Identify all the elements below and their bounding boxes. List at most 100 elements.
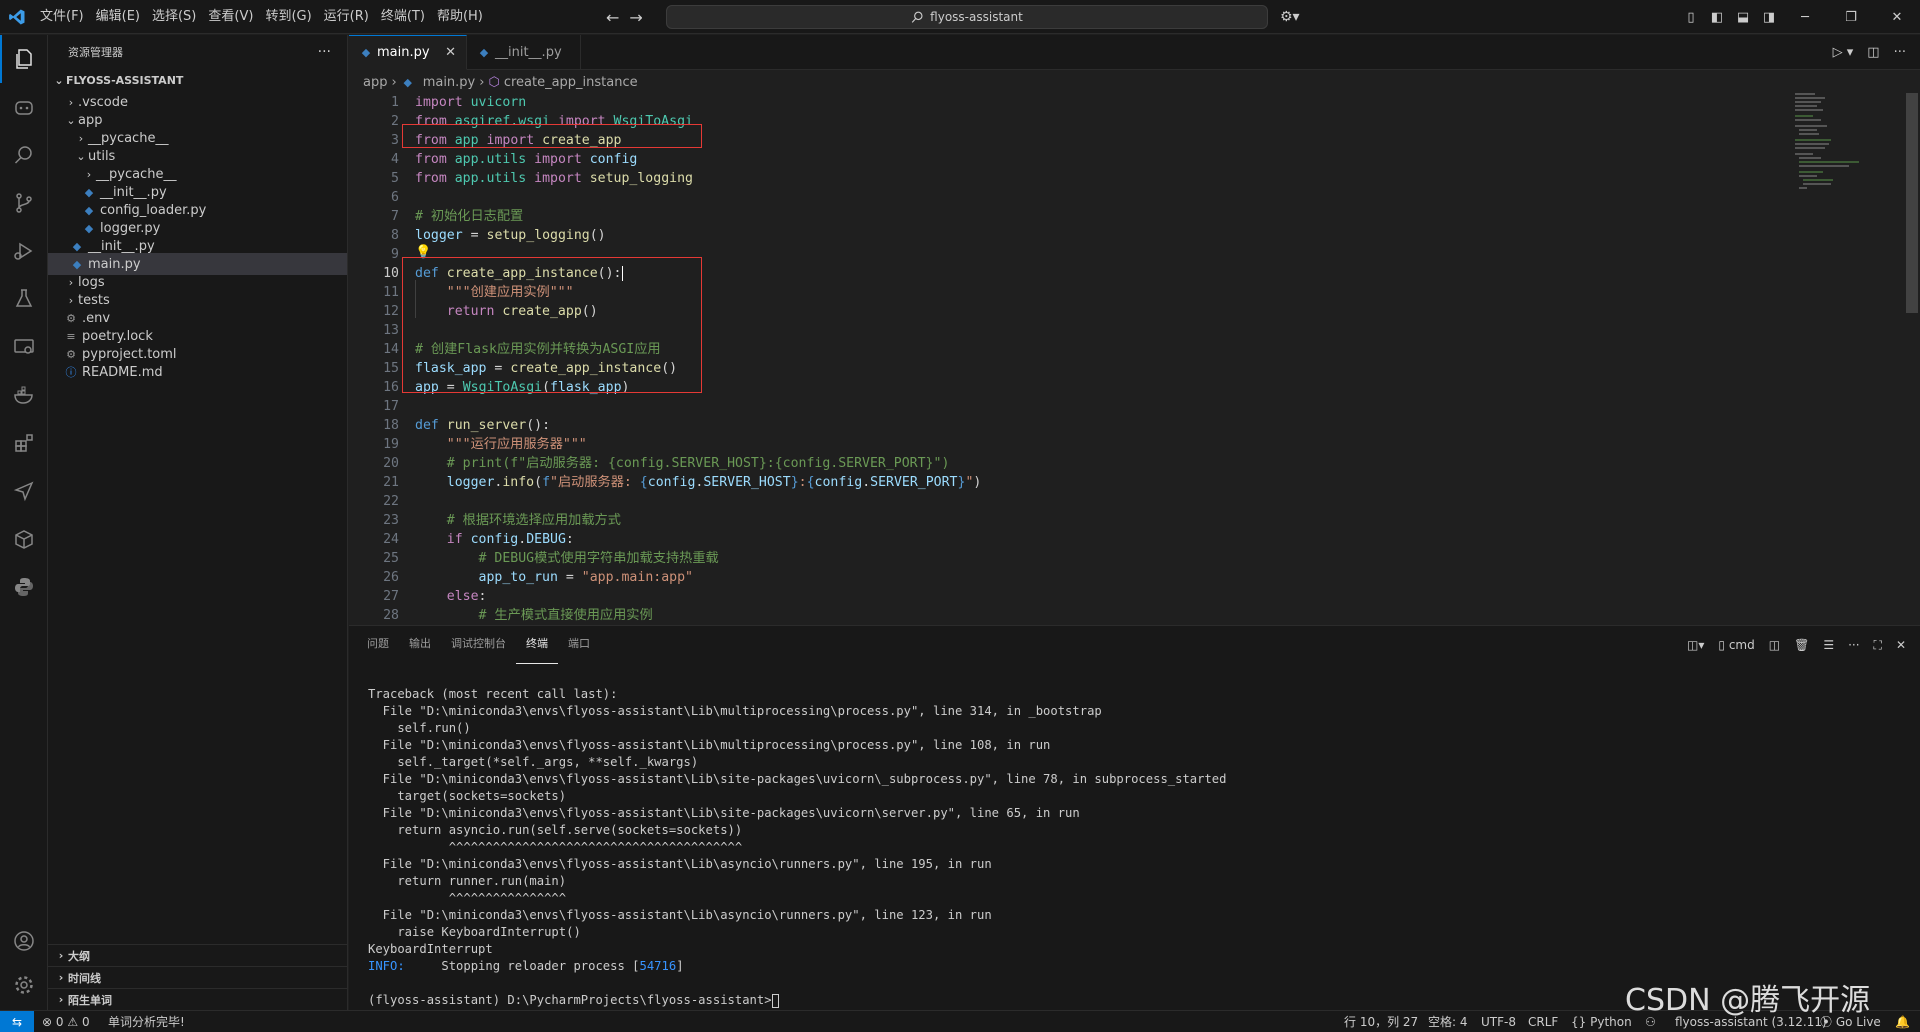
terminal-line: Traceback (most recent call last): [368, 687, 618, 701]
indentation[interactable]: 空格: 4 [1428, 1011, 1468, 1032]
remote-explorer-icon[interactable] [0, 323, 48, 371]
tab-problems[interactable]: 问题 [357, 626, 399, 664]
outline-section[interactable]: › 大纲 [48, 944, 347, 966]
code-line-8: logger = setup_logging() [415, 228, 606, 243]
remote-indicator-icon[interactable]: ⇆ [0, 1011, 34, 1032]
menu-terminal[interactable]: 终端(T) [375, 0, 431, 34]
docker-icon[interactable] [0, 371, 48, 419]
menu-file[interactable]: 文件(F) [34, 0, 90, 34]
minimap[interactable] [1795, 93, 1905, 193]
kill-terminal-trash-icon[interactable]: 🗑 [1794, 638, 1809, 652]
containers-box-icon[interactable] [0, 515, 48, 563]
close-panel-icon[interactable]: ✕ [1896, 638, 1906, 652]
code-editor[interactable]: 1 2 3 4 5 6 7 8 9 10 11 12 13 14 15 16 17 18 19 20 21 22 23 24 2… [349, 93, 1799, 623]
tree-item-label: tests [78, 292, 110, 308]
problems-indicator[interactable]: ⊗ 0 ⚠ 0 [42, 1011, 90, 1032]
maximize-panel-icon[interactable]: ⛶ [1874, 638, 1882, 653]
braces-icon: {} [1571, 1015, 1587, 1029]
search-icon[interactable] [0, 131, 48, 179]
send-request-icon[interactable] [0, 467, 48, 515]
tree-item-label: config_loader.py [100, 202, 207, 218]
language-mode[interactable]: {} Python [1571, 1011, 1632, 1032]
toggle-primary-sidebar-icon[interactable]: ▯ [1678, 10, 1704, 25]
timeline-section[interactable]: › 时间线 [48, 966, 347, 988]
python-icon[interactable] [0, 563, 48, 611]
unknown-words-section[interactable]: › 陌生单词 [48, 988, 347, 1010]
toggle-panel-icon[interactable]: ⬓ [1730, 10, 1756, 25]
layout-sidebar-icon[interactable]: ◧ [1704, 10, 1730, 25]
run-debug-icon[interactable] [0, 227, 48, 275]
explorer-title: 资源管理器 [68, 46, 123, 59]
code-line-26: app_to_run = "app.main:app" [478, 570, 693, 585]
source-control-icon[interactable] [0, 179, 48, 227]
tab-ports[interactable]: 端口 [558, 626, 600, 664]
tab-terminal[interactable]: 终端 [516, 626, 558, 664]
menu-go[interactable]: 转到(G) [259, 0, 317, 34]
panel-actions: ◫▾ ▯ cmd ◫ 🗑 ☰ ··· ⛶ ✕ [1687, 626, 1906, 664]
gear-file-icon: ⚙ [66, 311, 76, 325]
tree-item-label: main.py [88, 256, 141, 272]
encoding[interactable]: UTF-8 [1481, 1011, 1516, 1032]
menu-selection[interactable]: 选择(S) [146, 0, 202, 34]
notifications-bell-icon[interactable]: 🔔 [1895, 1011, 1910, 1032]
end-of-line[interactable]: CRLF [1528, 1011, 1558, 1032]
forward-arrow-icon[interactable]: → [629, 8, 642, 27]
minimize-icon[interactable]: ─ [1782, 10, 1828, 25]
tab-debug-console[interactable]: 调试控制台 [441, 626, 516, 664]
tab-label: main.py [377, 45, 430, 60]
cursor-position[interactable]: 行 10，列 27 [1344, 1011, 1418, 1032]
tree-item-readme[interactable]: ⓘ README.md [48, 361, 347, 383]
tree-item-label: README.md [82, 364, 163, 380]
menu-run[interactable]: 运行(R) [318, 0, 375, 34]
terminal-output[interactable]: Traceback (most recent call last): File … [368, 686, 1908, 1008]
menu-edit[interactable]: 编辑(E) [90, 0, 146, 34]
breadcrumb-folder[interactable]: app [363, 75, 387, 90]
warning-count: 0 [81, 1015, 90, 1029]
chevron-right-icon: › [58, 971, 64, 984]
command-center-search[interactable]: flyoss-assistant [666, 5, 1268, 29]
terminal-shell-selector[interactable]: ▯ cmd [1718, 638, 1754, 652]
chevron-right-icon: › [58, 949, 64, 962]
testing-flask-icon[interactable] [0, 275, 48, 323]
new-terminal-split-icon[interactable]: ◫▾ [1687, 638, 1704, 652]
window-controls: ▯ ◧ ⬓ ◨ ─ ❐ ✕ [1678, 0, 1920, 34]
tree-item-label: __pycache__ [88, 130, 169, 146]
tree-item-label: .vscode [78, 94, 128, 110]
close-window-icon[interactable]: ✕ [1874, 10, 1920, 25]
tab-init-py[interactable]: ◆ __init__.py [467, 35, 581, 70]
close-tab-icon[interactable]: ✕ [445, 45, 456, 60]
tab-output[interactable]: 输出 [399, 626, 441, 664]
breadcrumb-file[interactable]: main.py [423, 75, 476, 90]
info-text: Stopping reloader process [ [404, 959, 640, 973]
extensions-icon[interactable] [0, 419, 48, 467]
menu-view[interactable]: 查看(V) [202, 0, 259, 34]
copilot-icon[interactable]: ⚙▾ [1280, 0, 1300, 34]
workspace-root[interactable]: ⌄ FLYOSS-ASSISTANT [48, 69, 347, 91]
back-arrow-icon[interactable]: ← [606, 8, 619, 27]
breadcrumb-symbol[interactable]: create_app_instance [504, 75, 638, 90]
menu-help[interactable]: 帮助(H) [431, 0, 489, 34]
csdn-watermark: CSDN @腾飞开源 [1625, 983, 1871, 1018]
editor-scrollbar[interactable] [1906, 93, 1918, 313]
explorer-icon[interactable] [0, 35, 48, 83]
code-line-1: import uvicorn [415, 95, 527, 110]
gear-file-icon: ⚙ [66, 347, 76, 361]
split-terminal-icon[interactable]: ◫ [1769, 638, 1780, 652]
section-label: 陌生单词 [68, 993, 112, 1007]
more-actions-icon[interactable]: ··· [318, 44, 331, 60]
more-actions-icon[interactable]: ··· [1894, 45, 1906, 60]
info-label: INFO: [368, 959, 405, 973]
workspace-root-label: FLYOSS-ASSISTANT [66, 73, 184, 87]
copilot-chat-icon[interactable] [0, 83, 48, 131]
terminal-list-icon[interactable]: ☰ [1823, 638, 1834, 652]
run-python-file-icon[interactable]: ▷ ▾ [1833, 45, 1854, 60]
account-icon[interactable] [0, 917, 48, 965]
split-editor-icon[interactable]: ◫ [1867, 45, 1879, 60]
lines-file-icon: ≡ [66, 329, 76, 343]
toggle-secondary-sidebar-icon[interactable]: ◨ [1756, 10, 1782, 25]
settings-gear-icon[interactable] [0, 961, 48, 1009]
more-actions-icon[interactable]: ··· [1848, 638, 1859, 652]
terminal-line: return runner.run(main) [368, 874, 567, 888]
tab-main-py[interactable]: ◆ main.py ✕ [349, 35, 467, 70]
restore-icon[interactable]: ❐ [1828, 10, 1874, 25]
